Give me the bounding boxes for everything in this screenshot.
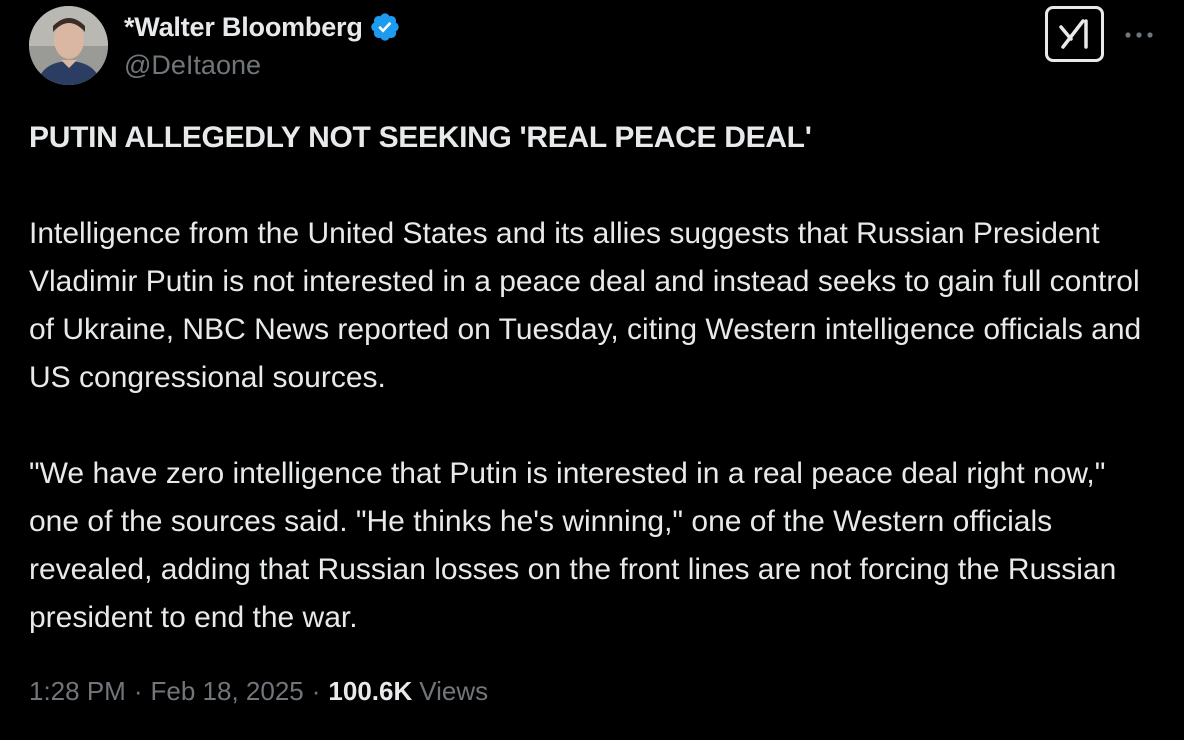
tweet-paragraph-2: "We have zero intelligence that Putin is…: [29, 457, 1117, 634]
meta-separator: ·: [311, 676, 321, 706]
meta-separator: ·: [133, 676, 143, 706]
author-avatar[interactable]: [29, 6, 108, 85]
tweet-headline: PUTIN ALLEGEDLY NOT SEEKING 'REAL PEACE …: [29, 121, 812, 154]
tweet-meta: 1:28 PM · Feb 18, 2025 · 100.6K Views: [29, 676, 488, 707]
tweet-paragraph-1: Intelligence from the United States and …: [29, 217, 1142, 394]
tweet-date[interactable]: Feb 18, 2025: [151, 676, 304, 707]
more-options-button[interactable]: [1122, 18, 1156, 52]
more-horizontal-icon: [1125, 32, 1153, 38]
grok-button[interactable]: [1045, 6, 1104, 62]
verified-badge-icon[interactable]: [369, 11, 401, 43]
tweet-card: *Walter Bloomberg @DeItaone PUTIN ALLEGE…: [0, 0, 1184, 740]
author-name-row: *Walter Bloomberg: [124, 10, 401, 44]
views-label: Views: [419, 676, 489, 706]
tweet-time[interactable]: 1:28 PM: [29, 676, 126, 707]
profile-photo-icon: [29, 6, 108, 85]
views-count: 100.6K: [328, 676, 413, 706]
author-name[interactable]: *Walter Bloomberg: [124, 12, 363, 43]
tweet-text: PUTIN ALLEGEDLY NOT SEEKING 'REAL PEACE …: [29, 114, 1159, 642]
grok-icon: [1058, 19, 1088, 49]
author-handle[interactable]: @DeItaone: [124, 50, 261, 81]
